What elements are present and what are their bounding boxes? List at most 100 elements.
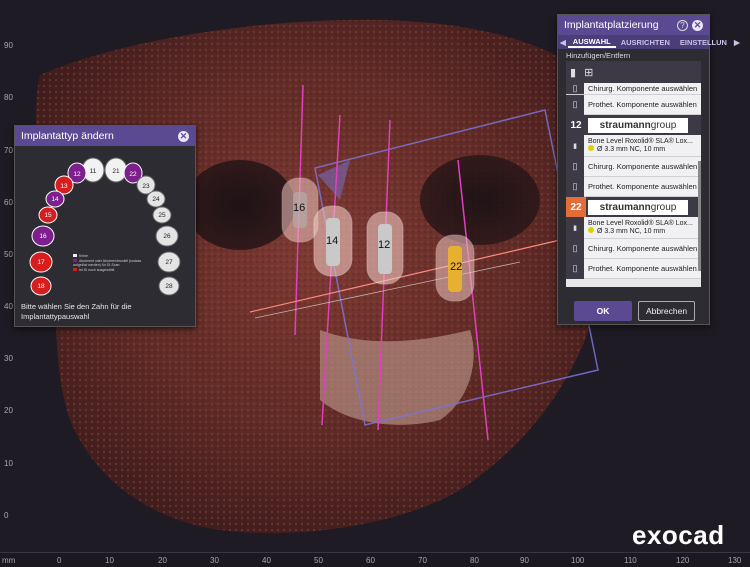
tab-ausrichten[interactable]: AUSRICHTEN <box>616 38 675 47</box>
prosthetic-icon: ▯ <box>566 258 584 279</box>
surgical-icon: ▯ <box>566 238 584 259</box>
tooth-label: 22 <box>129 171 137 178</box>
tooth-chart <box>29 157 181 296</box>
ruler-tick: 120 <box>676 556 690 565</box>
cancel-button[interactable]: Abbrechen <box>638 301 695 321</box>
ruler-tick: 100 <box>571 556 585 565</box>
implant-label-12: 12 <box>378 239 391 251</box>
list-item[interactable]: ▯ Chirurg. Komponente auswählen <box>566 156 701 177</box>
legend-text: Abutment oder Abutmentmodell (sodass auf… <box>73 258 142 268</box>
component-list[interactable]: ▮ ⊞ ▯ Chirurg. Komponente auswählen ▯ Prot… <box>566 61 701 287</box>
panel-header: Implantattyp ändern ✕ <box>15 126 195 146</box>
ruler-tick: 30 <box>210 556 219 565</box>
ruler-tick: 70 <box>418 556 427 565</box>
implant-name: Bone Level Roxolid® SLA® Lox... <box>588 138 693 145</box>
implant-number: 22 <box>566 197 586 217</box>
tooth-label: 24 <box>152 196 160 203</box>
straumann-logo: straumann group <box>588 117 688 133</box>
ruler-tick: 80 <box>4 93 13 102</box>
row-label: Chirurg. Komponente auswählen <box>588 162 698 171</box>
legend-text: Keine <box>79 254 88 258</box>
tab-auswahl[interactable]: AUSWAHL <box>567 37 616 48</box>
prosthetic-icon: ▯ <box>566 176 584 197</box>
ruler-tick: 80 <box>470 556 479 565</box>
implant-placement-panel: Implantatplatzierung ? ✕ ◀ AUSWAHL AUSRI… <box>557 14 740 325</box>
help-icon[interactable]: ? <box>677 19 688 31</box>
tab-bar: ◀ AUSWAHL AUSRICHTEN EINSTELLUN ▶ <box>558 35 740 49</box>
logo-text: group <box>650 119 677 131</box>
tooth-label: 28 <box>165 283 173 290</box>
list-item[interactable]: ▯ Prothet. Komponente auswählen <box>566 258 701 279</box>
legend-text: Ist ID noch ausgewählt <box>79 267 115 272</box>
tooth-label: 18 <box>37 283 45 290</box>
ruler-unit: mm <box>2 556 16 565</box>
straumann-logo: straumann group <box>588 199 688 215</box>
panel-title: Implantatplatzierung <box>564 19 659 31</box>
ruler-tick: 10 <box>4 459 13 468</box>
implant-spec-line: Ø 3.3 mm NC, 10 mm <box>588 227 693 235</box>
panel-title: Implantattyp ändern <box>21 130 114 142</box>
legend-entry: Abutment oder Abutmentmodell (sodass auf… <box>73 258 153 268</box>
ruler-tick: 0 <box>57 556 62 565</box>
implant-label-16: 16 <box>293 202 306 214</box>
tab-next-icon[interactable]: ▶ <box>732 38 742 47</box>
implant-spec-line: Ø 3.3 mm NC, 10 mm <box>588 145 693 153</box>
ruler-tool-icon[interactable]: ⊞ <box>584 66 593 79</box>
logo-text: group <box>650 201 677 213</box>
tooth-label: 13 <box>60 183 68 190</box>
ruler-tick: 20 <box>4 406 13 415</box>
color-dot <box>588 145 594 151</box>
list-item[interactable]: ▯ Chirurg. Komponente auswählen <box>566 83 701 95</box>
ruler-tick: 130 <box>728 556 742 565</box>
close-icon[interactable]: ✕ <box>692 19 703 31</box>
implant-icon: ▮ <box>566 216 584 239</box>
horizontal-ruler: mm 0 10 20 30 40 50 60 70 80 90 100 110 … <box>0 552 750 567</box>
tooth-label: 26 <box>163 233 171 240</box>
list-item[interactable]: ▯ Chirurg. Komponente auswählen <box>566 238 701 259</box>
section-header: Hinzufügen/Entfern <box>566 51 631 60</box>
color-dot <box>588 227 594 233</box>
implant-type-panel: Implantattyp ändern ✕ 11 12 13 14 15 16 … <box>14 125 196 327</box>
ruler-tick: 40 <box>4 302 13 311</box>
implant-label-14: 14 <box>326 235 339 247</box>
ruler-tick: 60 <box>366 556 375 565</box>
implant-spec-22[interactable]: ▮ Bone Level Roxolid® SLA® Lox... Ø 3.3 … <box>566 216 701 239</box>
surgical-icon: ▯ <box>566 156 584 177</box>
tooth-label: 23 <box>142 183 150 190</box>
implant-header-22[interactable]: 22 straumann group <box>566 197 701 217</box>
ruler-tick: 0 <box>4 511 9 520</box>
implant-number: 12 <box>570 119 582 131</box>
row-label: Prothet. Komponente auswählen <box>588 264 697 273</box>
tooth-legend: Keine Abutment oder Abutmentmodell (soda… <box>73 254 153 272</box>
ruler-tick: 50 <box>314 556 323 565</box>
tooth-label: 17 <box>37 259 45 266</box>
tab-einstellungen[interactable]: EINSTELLUN <box>675 38 732 47</box>
list-item[interactable]: ▯ Prothet. Komponente auswählen <box>566 176 701 197</box>
tooth-label: 15 <box>44 212 52 219</box>
list-item[interactable]: ▯ Prothet. Komponente auswählen <box>566 94 701 115</box>
instruction-text: Bitte wählen Sie den Zahn für die Implan… <box>21 302 132 321</box>
implant-name: Bone Level Roxolid® SLA® Lox... <box>588 220 693 227</box>
prosthetic-icon: ▯ <box>566 94 584 115</box>
ok-button[interactable]: OK <box>574 301 632 321</box>
row-label: Prothet. Komponente auswählen <box>588 100 697 109</box>
ruler-tick: 110 <box>624 556 637 565</box>
tooth-label: 21 <box>112 168 120 175</box>
brand-logo: exocad <box>632 520 725 550</box>
row-label: Chirurg. Komponente auswählen <box>588 244 698 253</box>
ruler-tick: 90 <box>520 556 529 565</box>
implant-header-12[interactable]: 12 straumann group <box>566 115 701 135</box>
ruler-tick: 70 <box>4 146 13 155</box>
ruler-tick: 30 <box>4 354 13 363</box>
implant-spec: Ø 3.3 mm NC, 10 mm <box>597 146 666 153</box>
ruler-tick: 90 <box>4 41 13 50</box>
close-icon[interactable]: ✕ <box>178 130 189 142</box>
logo-text: straumann <box>599 201 651 213</box>
list-scrollbar[interactable] <box>698 161 701 271</box>
row-label: Prothet. Komponente auswählen <box>588 182 697 191</box>
tab-prev-icon[interactable]: ◀ <box>558 38 568 47</box>
implant-spec-12[interactable]: ▮ Bone Level Roxolid® SLA® Lox... Ø 3.3 … <box>566 134 701 157</box>
implant-add-icon[interactable]: ▮ <box>570 66 576 79</box>
ruler-tick: 50 <box>4 250 13 259</box>
tooth-label: 16 <box>39 233 47 240</box>
